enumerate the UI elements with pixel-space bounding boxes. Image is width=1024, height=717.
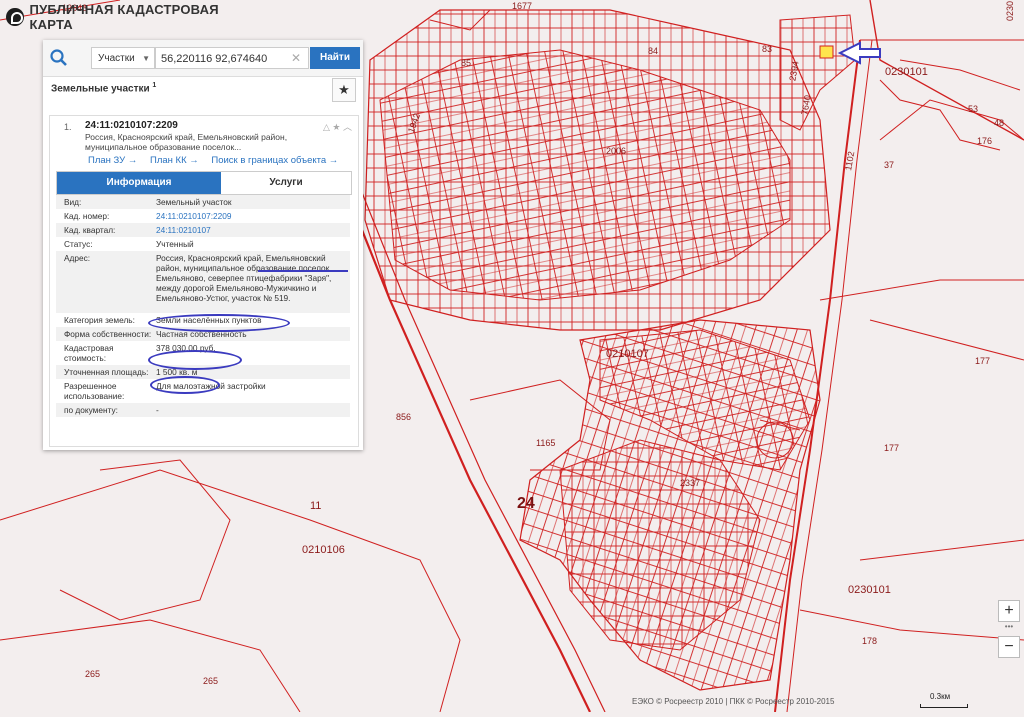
prop-key: Вид: xyxy=(64,197,82,207)
annotation-ellipse xyxy=(148,350,242,370)
favorite-star-button[interactable]: ★ xyxy=(332,78,356,102)
find-button[interactable]: Найти xyxy=(310,47,360,69)
parcel-label: 265 xyxy=(85,669,101,679)
search-icon[interactable] xyxy=(49,48,69,68)
scale-bar: 0.3км xyxy=(920,692,968,708)
prop-row: Вид: Земельный участок xyxy=(56,195,350,209)
prop-row: Статус: Учтенный xyxy=(56,237,350,251)
pkk-logo-icon[interactable] xyxy=(6,8,24,26)
warning-icon[interactable]: △ xyxy=(323,122,330,132)
info-tabs: Информация Услуги xyxy=(56,171,352,195)
zoom-out-button[interactable]: − xyxy=(998,636,1020,658)
copyright-text: ЕЭКО © Росреестр 2010 | ПКК © Росреестр … xyxy=(632,697,835,706)
parcel-label: 1165 xyxy=(536,438,556,448)
layer-select-value: Участки xyxy=(98,53,135,64)
prop-value-link[interactable]: 24:11:0210107 xyxy=(156,225,350,235)
quarter-label: 0230101 xyxy=(885,66,928,78)
prop-row: по документу: - xyxy=(56,403,350,417)
parcel-label: 48 xyxy=(994,118,1005,128)
results-title: Земельные участки xyxy=(51,83,150,95)
chevron-down-icon: ▼ xyxy=(142,54,150,63)
search-in-bounds-link[interactable]: Поиск в границах объекта → xyxy=(211,155,338,166)
annotation-ellipse xyxy=(150,376,220,394)
parcel-label: 177 xyxy=(884,443,900,453)
clear-icon[interactable]: ✕ xyxy=(291,47,301,69)
annotation-ellipse xyxy=(148,314,290,332)
prop-key: Кад. квартал: xyxy=(64,225,116,235)
parcel-label: 53 xyxy=(968,104,979,114)
parcel-label: 2337 xyxy=(680,478,701,488)
app-header: ПУБЛИЧНАЯ КАДАСТРОВАЯ КАРТА xyxy=(0,0,260,34)
results-count: 1 xyxy=(152,82,157,89)
result-links: План ЗУ → План КК → Поиск в границах объ… xyxy=(88,155,348,166)
result-actions: △ ★ ︿ xyxy=(323,120,352,133)
parcel-label: 265 xyxy=(203,676,219,686)
prop-key: Категория земель: xyxy=(64,315,135,325)
plan-kk-link[interactable]: План КК → xyxy=(150,155,199,166)
prop-key: Кадастровая стоимость: xyxy=(64,343,114,363)
result-item: 1. 24:11:0210107:2209 △ ★ ︿ Россия, Крас… xyxy=(49,115,359,447)
prop-value: Россия, Красноярский край, Емельяновский… xyxy=(156,253,332,303)
zoom-in-button[interactable]: + xyxy=(998,600,1020,622)
prop-key: Уточненная площадь: xyxy=(64,367,149,377)
tab-services[interactable]: Услуги xyxy=(221,172,351,194)
prop-key: Статус: xyxy=(64,239,93,249)
result-index: 1. xyxy=(64,122,72,132)
collapse-icon[interactable]: ︿ xyxy=(343,122,352,132)
district-label: 11 xyxy=(310,500,322,512)
quarter-label: 0210107 xyxy=(606,348,649,360)
parcel-label: 37 xyxy=(884,160,895,170)
prop-value: Земельный участок xyxy=(156,197,232,207)
parcel-label: 178 xyxy=(862,636,878,646)
plan-zu-link[interactable]: План ЗУ → xyxy=(88,155,137,166)
prop-key: Адрес: xyxy=(64,253,91,263)
prop-row: Адрес: Россия, Красноярский край, Емельян… xyxy=(56,251,350,313)
parcel-label: 83 xyxy=(762,44,773,54)
parcel-label: 1677 xyxy=(512,1,533,11)
scale-bar-line xyxy=(920,704,968,708)
annotation-underline xyxy=(258,270,348,272)
parcel-label: 0230 xyxy=(1005,0,1016,22)
tab-information[interactable]: Информация xyxy=(57,172,221,194)
prop-value: Учтенный xyxy=(156,239,194,249)
prop-key: Форма собственности: xyxy=(64,329,152,339)
prop-row: Кад. квартал: 24:11:0210107 xyxy=(56,223,350,237)
prop-key: Разрешенное использование: xyxy=(64,381,125,401)
parcel-label: 176 xyxy=(977,136,993,146)
result-cadastral-id[interactable]: 24:11:0210107:2209 xyxy=(85,120,178,131)
prop-key: Кад. номер: xyxy=(64,211,110,221)
parcel-label: 2006 xyxy=(606,146,627,156)
search-input[interactable]: 56,220116 92,674640 xyxy=(155,47,309,69)
prop-row: Кад. номер: 24:11:0210107:2209 xyxy=(56,209,350,223)
quarter-label: 0230101 xyxy=(848,584,891,596)
prop-value: - xyxy=(156,405,159,415)
district-label: 24 xyxy=(517,495,535,512)
parcel-label: 84 xyxy=(648,46,659,56)
parcel-label: 85 xyxy=(461,58,472,68)
prop-value-link[interactable]: 24:11:0210107:2209 xyxy=(156,211,350,221)
zoom-controls: + ••• − xyxy=(998,600,1020,658)
parcel-label: 177 xyxy=(975,356,991,366)
prop-key: по документу: xyxy=(64,405,118,415)
search-bar: Участки ▼ 56,220116 92,674640 ✕ Найти xyxy=(43,40,363,77)
parcel-label: 856 xyxy=(396,412,412,422)
app-title: ПУБЛИЧНАЯ КАДАСТРОВАЯ КАРТА xyxy=(29,2,219,32)
result-address: Россия, Красноярский край, Емельяновский… xyxy=(85,132,288,152)
layer-select[interactable]: Участки ▼ xyxy=(91,47,155,69)
zoom-slider-dots[interactable]: ••• xyxy=(998,622,1020,636)
scale-label: 0.3км xyxy=(930,692,951,701)
star-icon[interactable]: ★ xyxy=(332,122,340,132)
results-header: Земельные участки 1 xyxy=(51,82,156,94)
quarter-label: 0210106 xyxy=(302,544,345,556)
